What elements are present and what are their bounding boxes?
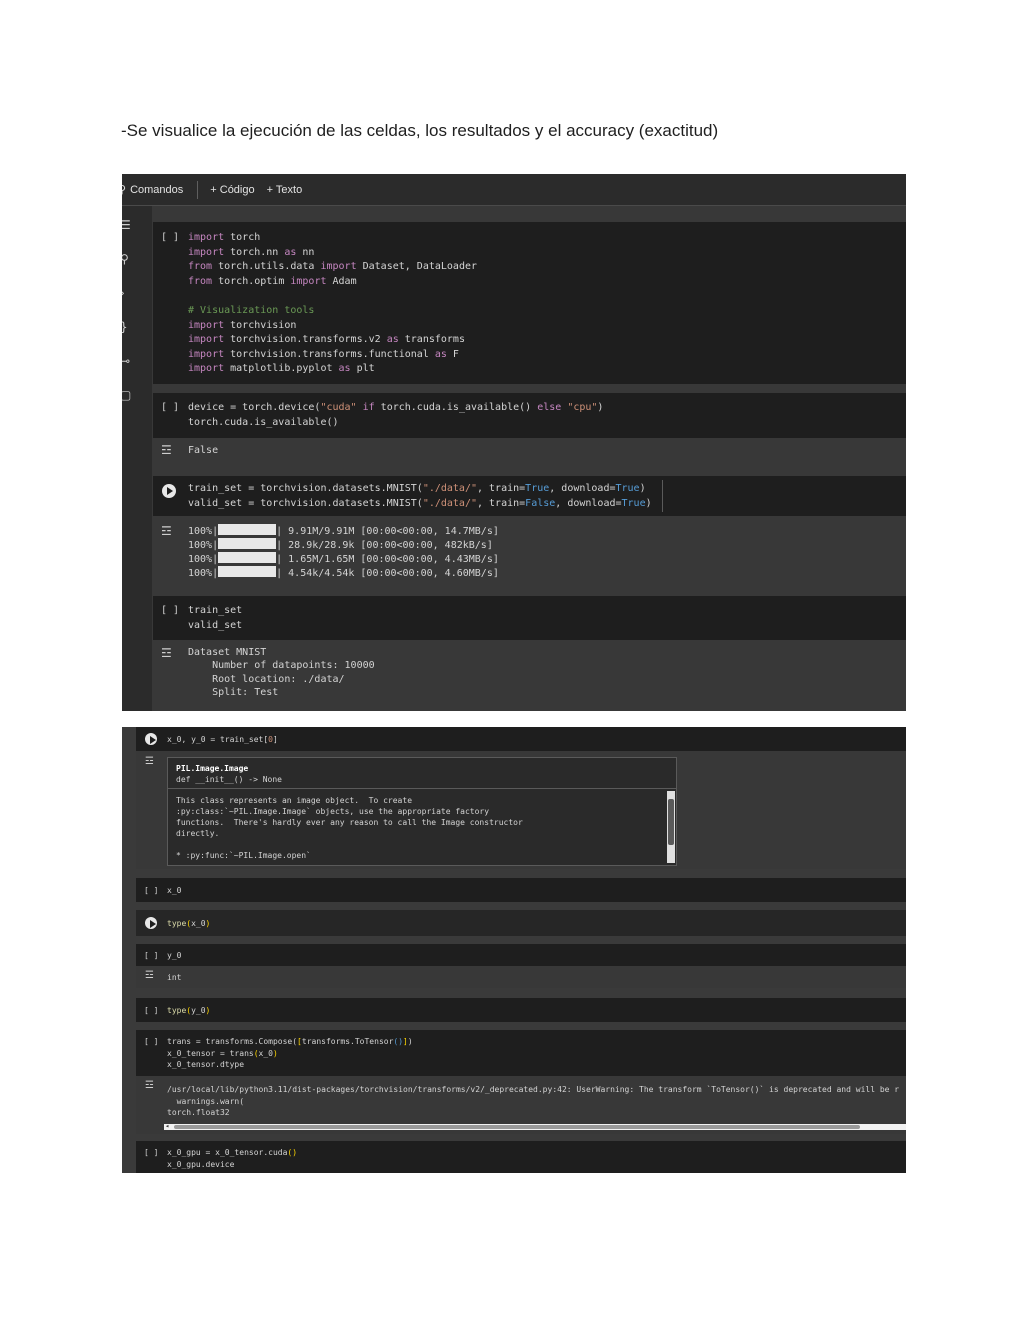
output-text: Dataset MNIST Number of datapoints: 1000…: [188, 647, 375, 699]
instruction-heading: -Se visualice la ejecución de las celdas…: [121, 121, 719, 140]
tooltip-scrollbar[interactable]: [667, 791, 675, 863]
output-toggle-icon[interactable]: ☲: [145, 756, 154, 767]
add-text-button[interactable]: + Texto: [267, 184, 303, 196]
output-datasets: ☲ 100%| | 9.91M/9.91M [00:00<00:00, 14.7M…: [153, 516, 906, 586]
output-text: False: [188, 445, 219, 456]
tooltip-header: PIL.Image.Image def __init__() -> None: [168, 758, 676, 789]
cell-run-bracket[interactable]: [ ]: [161, 231, 179, 246]
code-cell-datasets[interactable]: train_set = torchvision.datasets.MNIST("…: [153, 476, 906, 516]
code-cell-device[interactable]: [ ] device = torch.device("cuda" if torc…: [153, 393, 906, 438]
docstring-tooltip: PIL.Image.Image def __init__() -> None T…: [167, 757, 677, 866]
output-horizontal-scrollbar[interactable]: ◂: [164, 1122, 906, 1130]
output-text: int: [167, 973, 182, 982]
play-circle-icon[interactable]: [145, 917, 157, 929]
notebook-toolbar: ⚲ Comandos + Código + Texto: [122, 174, 906, 206]
output-toggle-icon[interactable]: ☲: [161, 443, 172, 457]
code-editor[interactable]: x_0_gpu = x_0_tensor.cuda() x_0_gpu.devic…: [167, 1147, 297, 1170]
output-toggle-icon[interactable]: ☲: [145, 1080, 154, 1091]
search-icon[interactable]: ⚲: [122, 252, 132, 266]
code-cell-x0[interactable]: [ ] x_0: [136, 878, 906, 902]
cell-run-bracket[interactable]: [ ]: [144, 950, 158, 962]
code-editor[interactable]: y_0: [167, 950, 181, 962]
tooltip-docstring: This class represents an image object. T…: [176, 796, 523, 860]
add-code-button[interactable]: + Código: [210, 184, 254, 196]
output-text: /usr/local/lib/python3.11/dist-packages/…: [167, 1085, 900, 1118]
files-icon[interactable]: ▢: [122, 388, 132, 402]
cell-run-bracket[interactable]: [ ]: [144, 1005, 158, 1017]
menu-icon[interactable]: ☰: [122, 218, 132, 232]
play-circle-icon[interactable]: [162, 484, 176, 498]
cell-run-bracket[interactable]: [ ]: [144, 1036, 158, 1048]
output-show-sets: ☲ Dataset MNIST Number of datapoints: 10…: [153, 640, 906, 711]
cell-run-bracket[interactable]: [ ]: [161, 401, 179, 416]
secrets-icon[interactable]: ⊸: [122, 354, 132, 368]
code-editor[interactable]: type(y_0): [167, 1005, 210, 1017]
output-toggle-icon[interactable]: ☲: [145, 970, 154, 981]
code-editor[interactable]: type(x_0): [167, 918, 210, 930]
output-device: ☲ False: [153, 438, 906, 464]
code-editor[interactable]: x_0: [167, 885, 181, 897]
toolbar-divider: [197, 180, 199, 199]
search-icon[interactable]: ⚲: [122, 183, 126, 196]
output-toggle-icon[interactable]: ☲: [161, 646, 172, 660]
code-cell-transforms[interactable]: [ ] trans = transforms.Compose([transfor…: [136, 1030, 906, 1076]
code-cell-type-y0[interactable]: [ ] type(y_0): [136, 998, 906, 1022]
notebook-screenshot-2: x_0, y_0 = train_set[0] ☲ PIL.Image.Imag…: [122, 727, 906, 1173]
code-cell-imports[interactable]: [ ] import torch import torch.nn as nn fro…: [153, 222, 906, 384]
play-circle-icon[interactable]: [145, 733, 157, 745]
chevron-right-icon[interactable]: ›: [122, 286, 132, 300]
editor-divider: [662, 480, 663, 512]
code-editor[interactable]: import torch import torch.nn as nn from to…: [188, 231, 477, 377]
tooltip-signature: def __init__() -> None: [176, 775, 282, 784]
scroll-left-icon[interactable]: ◂: [165, 1122, 169, 1130]
code-editor[interactable]: device = torch.device("cuda" if torch.cu…: [188, 401, 603, 430]
code-editor[interactable]: train_set valid_set: [188, 604, 242, 633]
download-progress: 100%| | 9.91M/9.91M [00:00<00:00, 14.7MB/…: [188, 524, 499, 579]
cell-run-bracket[interactable]: [ ]: [144, 885, 158, 897]
cell-run-bracket[interactable]: [ ]: [144, 1147, 158, 1159]
code-editor[interactable]: x_0, y_0 = train_set[0]: [167, 734, 278, 746]
output-y0: ☲ int: [136, 966, 906, 988]
code-cell-type-x0[interactable]: type(x_0): [136, 910, 906, 936]
tooltip-title: PIL.Image.Image: [176, 764, 249, 773]
code-editor[interactable]: train_set = torchvision.datasets.MNIST("…: [188, 482, 652, 511]
left-sidebar: ☰ ⚲ › } ⊸ ▢: [122, 206, 152, 711]
output-sample: ☲ PIL.Image.Image def __init__() -> None…: [136, 751, 906, 869]
commands-button[interactable]: Comandos: [130, 184, 183, 196]
code-editor[interactable]: trans = transforms.Compose([transforms.T…: [167, 1036, 413, 1071]
variables-icon[interactable]: }: [122, 320, 132, 334]
code-cell-show-sets[interactable]: [ ] train_set valid_set: [153, 596, 906, 640]
notebook-screenshot-1: ⚲ Comandos + Código + Texto ☰ ⚲ › } ⊸ ▢ …: [122, 174, 906, 711]
code-cell-gpu[interactable]: [ ] x_0_gpu = x_0_tensor.cuda() x_0_gpu.d…: [136, 1141, 906, 1173]
cell-run-bracket[interactable]: [ ]: [161, 604, 179, 619]
code-cell-y0[interactable]: [ ] y_0: [136, 944, 906, 966]
code-cell-sample[interactable]: x_0, y_0 = train_set[0]: [136, 727, 906, 751]
output-toggle-icon[interactable]: ☲: [161, 524, 172, 538]
